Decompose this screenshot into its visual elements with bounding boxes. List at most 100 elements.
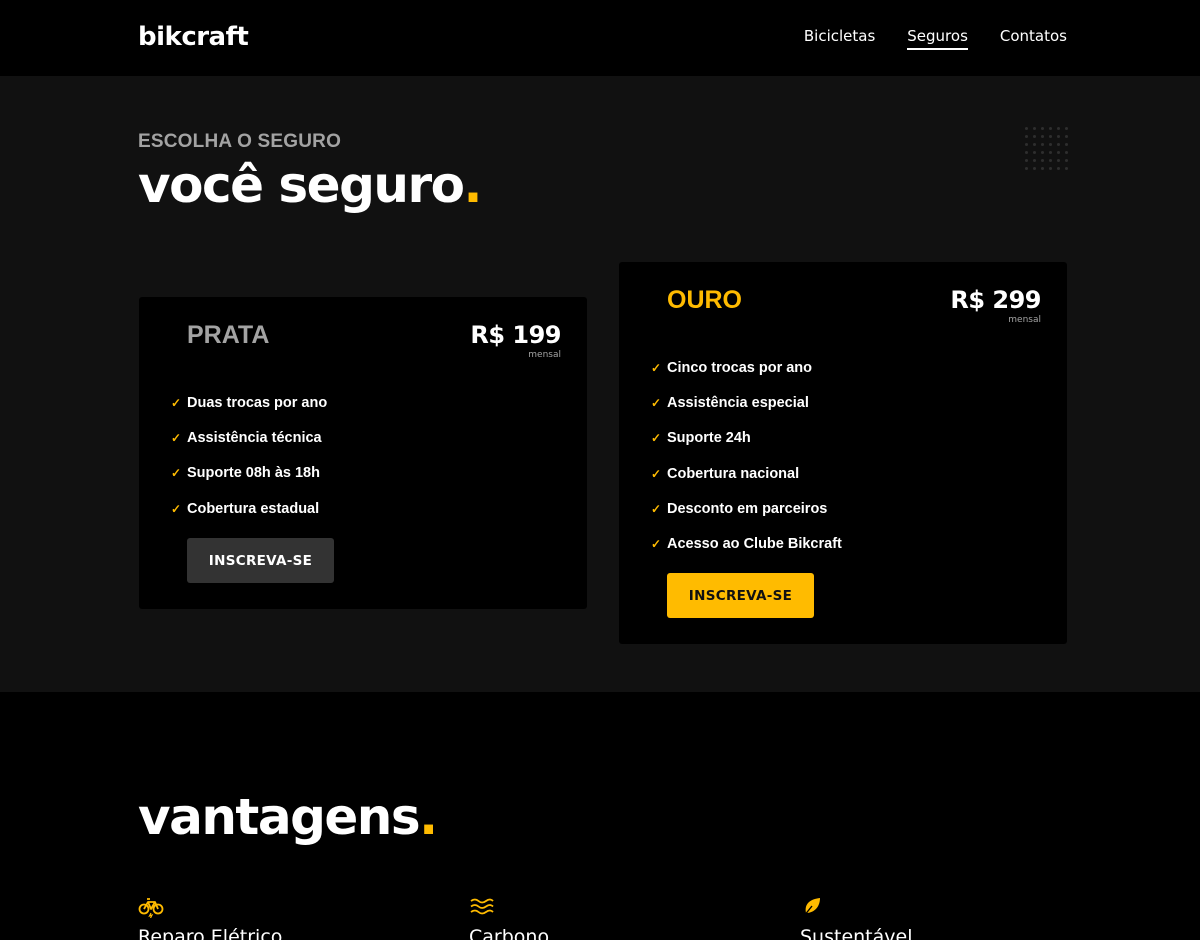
decorative-dot bbox=[1041, 159, 1044, 162]
electric-bike-icon bbox=[138, 898, 164, 918]
vantagem-label: Carbono bbox=[469, 926, 550, 940]
vantagem-item: Carbono bbox=[469, 896, 549, 940]
title-dot: . bbox=[419, 788, 438, 846]
decorative-dot bbox=[1057, 151, 1060, 154]
decorative-dot bbox=[1041, 127, 1044, 130]
decorative-dot bbox=[1025, 167, 1028, 170]
subscribe-button-ouro[interactable]: INSCREVA-SE bbox=[667, 573, 814, 618]
page-title: você seguro. bbox=[138, 156, 482, 214]
seguros-section: ESCOLHA O SEGURO você seguro. PRATA R$ 1… bbox=[0, 76, 1200, 692]
decorative-dot bbox=[1025, 151, 1028, 154]
feature-item: ✓ Assistência técnica bbox=[171, 420, 327, 455]
decorative-dot bbox=[1025, 143, 1028, 146]
decorative-dot bbox=[1049, 143, 1052, 146]
feature-label: Duas trocas por ano bbox=[187, 394, 328, 411]
decorative-dot bbox=[1065, 167, 1068, 170]
nav-link-seguros[interactable]: Seguros bbox=[907, 27, 968, 50]
check-icon: ✓ bbox=[171, 501, 182, 516]
feature-list: ✓ Cinco trocas por ano ✓ Assistência espec… bbox=[651, 350, 842, 562]
decorative-dot bbox=[1049, 151, 1052, 154]
check-icon: ✓ bbox=[651, 360, 662, 375]
decorative-dot bbox=[1049, 159, 1052, 162]
vantagem-label: Reparo Elétrico bbox=[138, 926, 283, 940]
plan-card-prata: PRATA R$ 199 mensal ✓ Duas trocas por ano… bbox=[139, 297, 587, 609]
decorative-dot bbox=[1041, 135, 1044, 138]
decorative-dot bbox=[1049, 135, 1052, 138]
price-period: mensal bbox=[1008, 315, 1041, 325]
decorative-dot bbox=[1033, 167, 1036, 170]
decorative-dot bbox=[1065, 151, 1068, 154]
vantagens-section: vantagens. Reparo Elétrico Carbono Suste… bbox=[0, 692, 1200, 940]
logo[interactable]: bikcraft bbox=[138, 22, 249, 52]
decorative-dot bbox=[1057, 167, 1060, 170]
feature-label: Suporte 24h bbox=[667, 430, 751, 447]
plan-price: R$ 299 mensal bbox=[950, 286, 1041, 325]
decorative-dot bbox=[1057, 159, 1060, 162]
feature-label: Cobertura estadual bbox=[187, 500, 320, 517]
check-icon: ✓ bbox=[651, 466, 662, 481]
check-icon: ✓ bbox=[651, 431, 662, 446]
feature-item: ✓ Assistência especial bbox=[651, 385, 842, 420]
vantagem-item: Sustentável bbox=[800, 896, 913, 940]
title-text: você seguro bbox=[138, 156, 465, 214]
decorative-dot bbox=[1065, 135, 1068, 138]
feature-item: ✓ Cobertura estadual bbox=[171, 491, 327, 526]
vantagens-title: vantagens. bbox=[138, 788, 438, 846]
plan-name: PRATA bbox=[187, 321, 270, 349]
decorative-dot bbox=[1033, 135, 1036, 138]
waves-icon bbox=[470, 898, 494, 915]
check-icon: ✓ bbox=[171, 395, 182, 410]
feature-item: ✓ Suporte 24h bbox=[651, 421, 842, 456]
site-header: bikcraft Bicicletas Seguros Contatos bbox=[0, 0, 1200, 76]
leaf-icon bbox=[803, 898, 820, 917]
decorative-dot bbox=[1057, 135, 1060, 138]
feature-label: Desconto em parceiros bbox=[667, 500, 828, 517]
main-nav: Bicicletas Seguros Contatos bbox=[804, 27, 1067, 50]
decorative-dot bbox=[1049, 167, 1052, 170]
vantagem-label: Sustentável bbox=[800, 926, 913, 940]
decorative-dots-pattern bbox=[1025, 127, 1068, 170]
decorative-dot bbox=[1057, 127, 1060, 130]
check-icon: ✓ bbox=[651, 501, 662, 516]
check-icon: ✓ bbox=[171, 466, 182, 481]
decorative-dot bbox=[1065, 159, 1068, 162]
feature-item: ✓ Acesso ao Clube Bikcraft bbox=[651, 526, 842, 561]
nav-link-bicicletas[interactable]: Bicicletas bbox=[804, 27, 875, 50]
feature-item: ✓ Cobertura nacional bbox=[651, 456, 842, 491]
plan-card-ouro: OURO R$ 299 mensal ✓ Cinco trocas por ano… bbox=[619, 262, 1067, 644]
feature-item: ✓ Duas trocas por ano bbox=[171, 385, 327, 420]
feature-item: ✓ Desconto em parceiros bbox=[651, 491, 842, 526]
decorative-dot bbox=[1049, 127, 1052, 130]
decorative-dot bbox=[1025, 159, 1028, 162]
feature-item: ✓ Suporte 08h às 18h bbox=[171, 456, 327, 491]
feature-list: ✓ Duas trocas por ano ✓ Assistência técnic… bbox=[171, 385, 327, 526]
decorative-dot bbox=[1033, 143, 1036, 146]
feature-label: Cobertura nacional bbox=[667, 465, 800, 482]
decorative-dot bbox=[1041, 143, 1044, 146]
decorative-dot bbox=[1033, 159, 1036, 162]
check-icon: ✓ bbox=[651, 537, 662, 552]
decorative-dot bbox=[1033, 127, 1036, 130]
vantagem-item: Reparo Elétrico bbox=[138, 896, 282, 940]
decorative-dot bbox=[1041, 151, 1044, 154]
price-value: R$ 299 bbox=[950, 286, 1041, 314]
nav-link-contatos[interactable]: Contatos bbox=[1000, 27, 1067, 50]
feature-label: Suporte 08h às 18h bbox=[187, 465, 320, 482]
price-period: mensal bbox=[528, 350, 561, 360]
decorative-dot bbox=[1065, 143, 1068, 146]
feature-label: Acesso ao Clube Bikcraft bbox=[667, 536, 842, 553]
feature-item: ✓ Cinco trocas por ano bbox=[651, 350, 842, 385]
title-dot: . bbox=[463, 156, 482, 214]
plan-price: R$ 199 mensal bbox=[470, 321, 561, 360]
subscribe-button-prata[interactable]: INSCREVA-SE bbox=[187, 538, 334, 583]
decorative-dot bbox=[1065, 127, 1068, 130]
decorative-dot bbox=[1057, 143, 1060, 146]
decorative-dot bbox=[1041, 167, 1044, 170]
decorative-dot bbox=[1025, 135, 1028, 138]
feature-label: Assistência técnica bbox=[187, 429, 322, 446]
decorative-dot bbox=[1033, 151, 1036, 154]
check-icon: ✓ bbox=[171, 430, 182, 445]
section-subtitle: ESCOLHA O SEGURO bbox=[138, 131, 342, 152]
feature-label: Assistência especial bbox=[667, 394, 809, 411]
feature-label: Cinco trocas por ano bbox=[667, 359, 813, 376]
